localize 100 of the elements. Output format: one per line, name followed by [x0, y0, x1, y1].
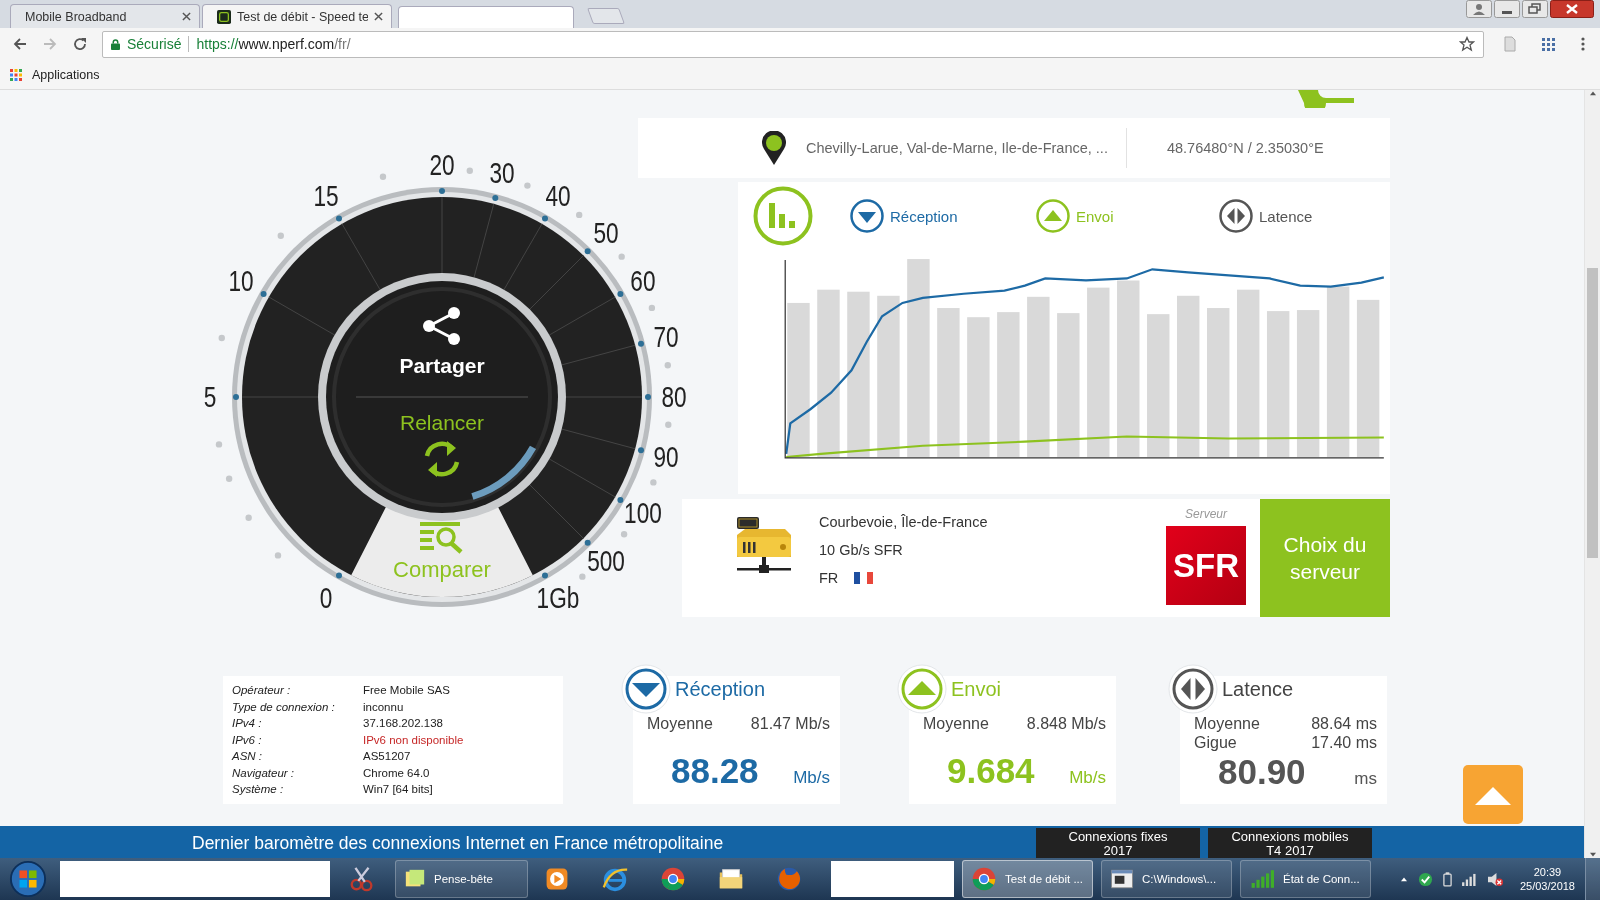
- result-unit: Mb/s: [1069, 768, 1106, 788]
- info-label: ASN :: [232, 750, 264, 763]
- info-value: IPv6 non disponible: [363, 733, 464, 746]
- info-value: Chrome 64.0: [363, 766, 430, 779]
- stat-label: Moyenne: [647, 714, 713, 733]
- scale-label: 100: [624, 496, 662, 530]
- reload-icon[interactable]: [72, 36, 88, 52]
- scale-label: 15: [313, 179, 339, 213]
- browser-tab[interactable]: Mobile Broadband: [10, 4, 200, 28]
- banner-text: Dernier baromètre des connexions Internet en France métropolitaine: [192, 833, 725, 854]
- scale-label: 40: [545, 179, 571, 213]
- browser-e-icon: [601, 865, 629, 893]
- result-title: Réception: [675, 677, 766, 701]
- info-label: IPv4 :: [232, 717, 263, 730]
- scale-label: 70: [653, 320, 679, 354]
- scrollbar[interactable]: [1584, 90, 1600, 858]
- chrome-icon: [660, 866, 686, 892]
- provider-logo: SFR: [1166, 526, 1246, 605]
- info-label: IPv6 :: [232, 733, 263, 746]
- chrome-icon: [971, 866, 997, 892]
- latency-icon: [1219, 199, 1253, 233]
- info-label: Navigateur :: [232, 766, 295, 779]
- site-favicon-icon: [217, 9, 231, 24]
- scale-label: 10: [228, 264, 254, 298]
- bookmark-star-icon[interactable]: [1459, 36, 1475, 52]
- info-value: AS51207: [363, 750, 411, 763]
- scale-label: 50: [593, 216, 619, 250]
- scale-label: 90: [653, 440, 679, 474]
- menu-icon[interactable]: [1580, 36, 1586, 52]
- taskbar-button[interactable]: Test de débit ...: [962, 860, 1093, 898]
- info-value: 37.168.202.138: [363, 717, 443, 730]
- scale-label: 5: [203, 380, 217, 414]
- scale-label: 60: [630, 264, 656, 298]
- volume-muted-icon[interactable]: [1486, 871, 1504, 887]
- scale-label: 0: [319, 581, 333, 615]
- clock[interactable]: 20:39 25/03/2018: [1519, 865, 1575, 893]
- signal-icon[interactable]: [1461, 872, 1477, 886]
- info-value: Free Mobile SAS: [363, 684, 450, 697]
- media-player-icon: [544, 866, 570, 892]
- banner-tab[interactable]: Connexions fixes 2017: [1036, 828, 1200, 858]
- battery-icon[interactable]: [1442, 871, 1452, 887]
- location-pin-icon: [762, 131, 786, 165]
- scale-label: 500: [587, 544, 625, 578]
- sync-check-icon[interactable]: [1417, 871, 1433, 887]
- banner-tab[interactable]: Connexions mobiles T4 2017: [1208, 828, 1372, 858]
- taskbar-button[interactable]: État de Conn...: [1240, 860, 1371, 898]
- stat-value: 81.47 Mb/s: [750, 714, 830, 733]
- apps-grid-icon: [10, 68, 22, 81]
- result-value: 9.684: [947, 751, 1035, 791]
- minimize-icon[interactable]: [1494, 0, 1520, 18]
- stat-value: 8.848 Mb/s: [1026, 714, 1106, 733]
- lock-icon: [111, 38, 120, 50]
- restart-button[interactable]: Relancer: [400, 410, 484, 477]
- firefox-icon: [776, 866, 802, 892]
- bookmark-link[interactable]: Applications: [10, 67, 100, 82]
- info-label: Type de connexion :: [232, 700, 336, 713]
- stat-label: Gigue: [1194, 733, 1237, 752]
- show-hidden-icons-icon[interactable]: [1399, 876, 1408, 882]
- result-title: Latence: [1222, 677, 1294, 701]
- restore-icon[interactable]: [1522, 0, 1548, 18]
- signal-bars-icon: [1249, 867, 1275, 891]
- share-button[interactable]: Partager: [399, 307, 485, 377]
- info-value: Win7 [64 bits]: [363, 783, 433, 796]
- scale-label: 80: [661, 380, 687, 414]
- coordinates-text: 48.76480°N / 2.35030°E: [1166, 140, 1324, 156]
- result-value: 88.28: [671, 751, 759, 791]
- stat-value: 17.40 ms: [1311, 733, 1377, 752]
- scale-label: 1Gb: [536, 581, 580, 615]
- server-link-text: 10 Gb/s SFR: [819, 542, 904, 558]
- location-text: Chevilly-Larue, Val-de-Marne, Ile-de-France, ...: [806, 140, 1108, 156]
- taskbar-button[interactable]: C:\Windows\...: [1101, 860, 1232, 898]
- grid-icon[interactable]: [1540, 36, 1556, 52]
- server-caption: Serveur: [1185, 507, 1227, 521]
- legend-item[interactable]: Réception: [850, 199, 1036, 233]
- french-flag-icon: [854, 572, 874, 584]
- browser-tab[interactable]: Test de débit - Speed te: [202, 4, 392, 28]
- result-value: 80.90: [1218, 752, 1306, 792]
- info-label: Opérateur :: [232, 684, 292, 697]
- windows-logo-icon: [9, 860, 47, 898]
- info-value: inconnu: [363, 700, 404, 713]
- back-icon[interactable]: [12, 36, 28, 52]
- country-code-text: FR: [819, 570, 839, 586]
- server-city-text: Courbevoie, Île-de-France: [819, 514, 989, 530]
- taskbar-button[interactable]: Pense-bête: [395, 860, 528, 898]
- info-label: Système :: [232, 783, 285, 796]
- legend-item[interactable]: Latence: [1219, 199, 1390, 233]
- scale-label: 30: [489, 156, 515, 190]
- close-tab-icon[interactable]: [374, 12, 383, 21]
- window-icon: [1110, 867, 1134, 891]
- result-unit: ms: [1354, 769, 1377, 789]
- scale-label: 20: [429, 148, 455, 182]
- result-title: Envoi: [951, 677, 1002, 701]
- result-unit: Mb/s: [793, 768, 830, 788]
- stat-value: 88.64 ms: [1311, 714, 1377, 733]
- stat-label: Moyenne: [923, 714, 989, 733]
- close-icon[interactable]: [1550, 0, 1594, 18]
- stat-label: Moyenne: [1194, 714, 1260, 733]
- address-bar[interactable]: Sécurisé https://www.nperf.com/fr/: [102, 30, 1484, 58]
- close-tab-icon[interactable]: [182, 12, 191, 21]
- user-icon[interactable]: [1466, 0, 1492, 18]
